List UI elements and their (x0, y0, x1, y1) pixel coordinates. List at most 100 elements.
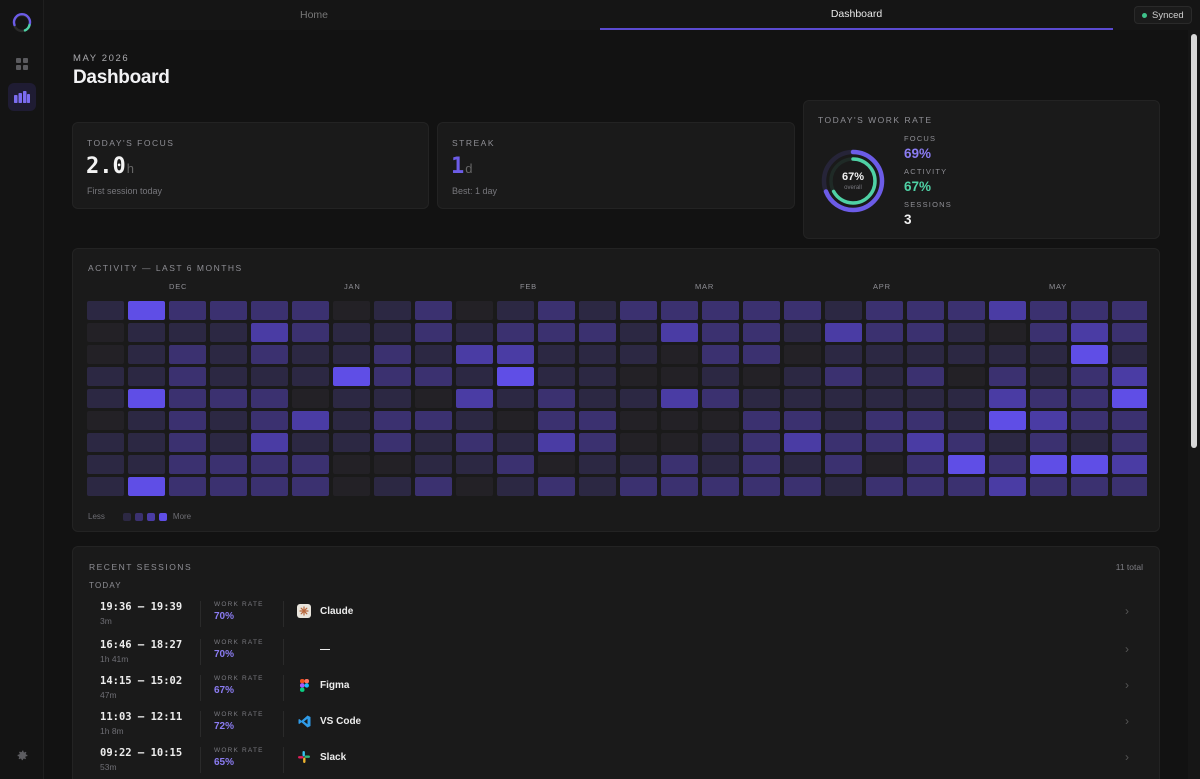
heatmap-cell[interactable] (948, 301, 985, 320)
heatmap-cell[interactable] (415, 433, 452, 452)
heatmap-cell[interactable] (661, 389, 698, 408)
heatmap-cell[interactable] (333, 455, 370, 474)
heatmap-cell[interactable] (948, 323, 985, 342)
bar-chart-icon[interactable] (8, 83, 36, 111)
heatmap-cell[interactable] (907, 477, 944, 496)
scrollbar-thumb[interactable] (1191, 34, 1197, 448)
heatmap-cell[interactable] (743, 389, 780, 408)
heatmap-cell[interactable] (866, 455, 903, 474)
heatmap-cell[interactable] (128, 477, 165, 496)
heatmap-cell[interactable] (907, 455, 944, 474)
heatmap-cell[interactable] (702, 367, 739, 386)
heatmap-cell[interactable] (825, 433, 862, 452)
heatmap-cell[interactable] (784, 323, 821, 342)
heatmap-cell[interactable] (866, 345, 903, 364)
heatmap-cell[interactable] (497, 455, 534, 474)
heatmap-cell[interactable] (989, 345, 1026, 364)
heatmap-cell[interactable] (415, 455, 452, 474)
heatmap-cell[interactable] (620, 477, 657, 496)
heatmap-cell[interactable] (743, 301, 780, 320)
heatmap-cell[interactable] (866, 301, 903, 320)
heatmap-cell[interactable] (87, 433, 124, 452)
chevron-right-icon[interactable]: › (1125, 678, 1129, 692)
heatmap-cell[interactable] (210, 477, 247, 496)
heatmap-cell[interactable] (87, 301, 124, 320)
heatmap-cell[interactable] (989, 477, 1026, 496)
heatmap-cell[interactable] (661, 433, 698, 452)
heatmap-cell[interactable] (743, 367, 780, 386)
heatmap-cell[interactable] (374, 367, 411, 386)
heatmap-cell[interactable] (497, 477, 534, 496)
heatmap-cell[interactable] (538, 301, 575, 320)
heatmap-cell[interactable] (333, 477, 370, 496)
heatmap-cell[interactable] (333, 367, 370, 386)
heatmap-cell[interactable] (702, 477, 739, 496)
heatmap-cell[interactable] (579, 433, 616, 452)
heatmap-cell[interactable] (579, 455, 616, 474)
heatmap-cell[interactable] (87, 455, 124, 474)
heatmap-cell[interactable] (292, 301, 329, 320)
heatmap-cell[interactable] (620, 433, 657, 452)
heatmap-cell[interactable] (866, 411, 903, 430)
heatmap-cell[interactable] (907, 433, 944, 452)
heatmap-cell[interactable] (907, 411, 944, 430)
heatmap-cell[interactable] (661, 301, 698, 320)
heatmap-cell[interactable] (702, 345, 739, 364)
heatmap-cell[interactable] (1030, 323, 1067, 342)
heatmap-cell[interactable] (333, 389, 370, 408)
heatmap-cell[interactable] (620, 455, 657, 474)
heatmap-cell[interactable] (661, 477, 698, 496)
heatmap-cell[interactable] (1030, 301, 1067, 320)
heatmap-cell[interactable] (415, 301, 452, 320)
heatmap-cell[interactable] (292, 433, 329, 452)
heatmap-cell[interactable] (579, 411, 616, 430)
heatmap-cell[interactable] (825, 455, 862, 474)
heatmap-cell[interactable] (1112, 323, 1147, 342)
heatmap-cell[interactable] (456, 477, 493, 496)
session-row[interactable]: 19:36 – 19:39 3m WORK RATE 70% Claude › (73, 601, 1161, 637)
heatmap-cell[interactable] (825, 411, 862, 430)
heatmap-cell[interactable] (128, 411, 165, 430)
heatmap-cell[interactable] (661, 345, 698, 364)
heatmap-cell[interactable] (251, 301, 288, 320)
heatmap-cell[interactable] (128, 301, 165, 320)
heatmap-cell[interactable] (989, 367, 1026, 386)
heatmap-cell[interactable] (456, 389, 493, 408)
heatmap-cell[interactable] (538, 433, 575, 452)
heatmap-cell[interactable] (292, 345, 329, 364)
heatmap-cell[interactable] (538, 367, 575, 386)
heatmap-cell[interactable] (210, 323, 247, 342)
heatmap-cell[interactable] (374, 323, 411, 342)
heatmap-cell[interactable] (497, 345, 534, 364)
tab-home[interactable]: Home (44, 0, 584, 30)
heatmap-cell[interactable] (1071, 389, 1108, 408)
heatmap-cell[interactable] (374, 477, 411, 496)
heatmap-cell[interactable] (1071, 345, 1108, 364)
heatmap-cell[interactable] (333, 411, 370, 430)
heatmap-cell[interactable] (661, 411, 698, 430)
heatmap-cell[interactable] (948, 433, 985, 452)
heatmap-cell[interactable] (87, 367, 124, 386)
heatmap-cell[interactable] (948, 411, 985, 430)
heatmap-cell[interactable] (866, 367, 903, 386)
heatmap-cell[interactable] (169, 389, 206, 408)
heatmap-cell[interactable] (292, 323, 329, 342)
heatmap-cell[interactable] (456, 367, 493, 386)
heatmap-cell[interactable] (128, 367, 165, 386)
heatmap-cell[interactable] (1030, 367, 1067, 386)
heatmap-cell[interactable] (210, 389, 247, 408)
heatmap-cell[interactable] (866, 389, 903, 408)
heatmap-cell[interactable] (415, 389, 452, 408)
heatmap-cell[interactable] (333, 433, 370, 452)
heatmap-cell[interactable] (1112, 411, 1147, 430)
heatmap-cell[interactable] (907, 301, 944, 320)
heatmap-cell[interactable] (1030, 345, 1067, 364)
heatmap-cell[interactable] (538, 345, 575, 364)
heatmap-cell[interactable] (87, 345, 124, 364)
heatmap-cell[interactable] (1112, 367, 1147, 386)
heatmap-cell[interactable] (128, 455, 165, 474)
heatmap-cell[interactable] (1071, 323, 1108, 342)
heatmap-cell[interactable] (866, 477, 903, 496)
heatmap-cell[interactable] (128, 433, 165, 452)
heatmap-cell[interactable] (579, 323, 616, 342)
